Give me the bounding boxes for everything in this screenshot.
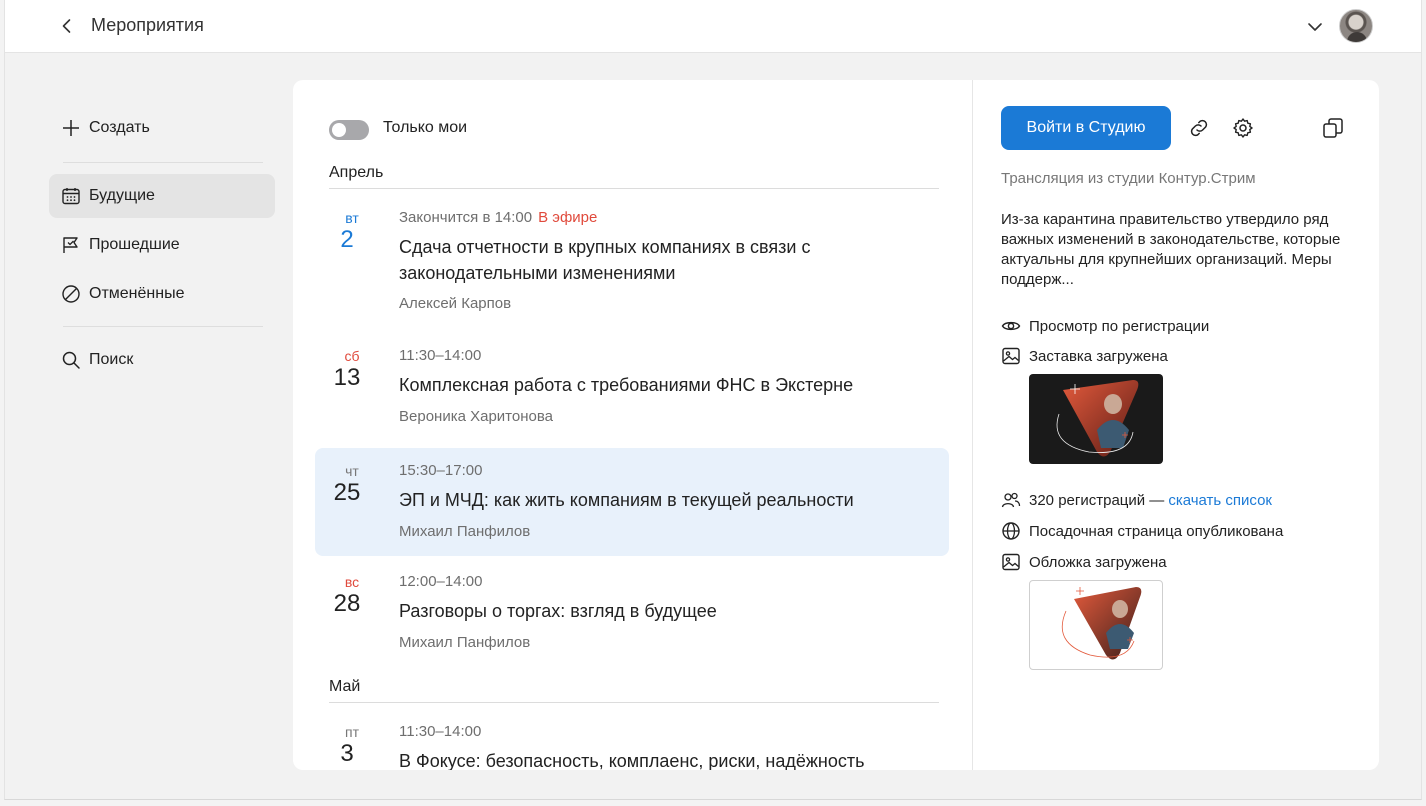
gear-icon[interactable] [1231,116,1255,140]
divider [63,326,263,327]
copy-icon[interactable] [1321,116,1345,140]
app-window: Мероприятия Создать Будущие Прошедшие От… [4,0,1422,800]
events-card: Только мои Апрель вт 2 Закончится в 14:0… [293,80,1379,770]
sidebar-item-label: Прошедшие [89,236,180,253]
view-mode-row: Просмотр по регистрации [1001,316,1209,336]
flag-icon [61,235,81,255]
eye-icon [1001,316,1021,336]
create-button[interactable]: Создать [49,106,275,150]
landing-status-text: Посадочная страница опубликована [1029,522,1284,540]
event-author: Вероника Харитонова [399,408,553,425]
cover-thumbnail[interactable] [1029,580,1163,670]
create-label: Создать [89,119,150,136]
chevron-down-icon[interactable] [1305,17,1325,37]
sidebar-item-upcoming[interactable]: Будущие [49,174,275,218]
events-list: Только мои Апрель вт 2 Закончится в 14:0… [293,80,973,770]
calendar-icon [61,186,81,206]
registrations-text: 320 регистраций — [1029,491,1165,509]
image-icon [1001,346,1021,366]
splash-status-text: Заставка загружена [1029,347,1168,365]
event-title: В Фокусе: безопасность, комплаенс, риски… [399,751,865,770]
event-description: Из-за карантина правительство утвердило … [1001,211,1341,288]
cover-row: Обложка загружена [1001,552,1167,572]
event-item[interactable]: вт 2 Закончится в 14:00 В эфире Сдача отч… [315,198,949,316]
event-time: 12:00–14:00 [399,573,483,590]
search-icon [61,350,81,370]
event-item[interactable]: сб 13 11:30–14:00 Комплексная работа с т… [315,336,949,436]
live-status: В эфире [538,209,598,226]
back-chevron-icon[interactable] [57,16,77,36]
event-weekday: сб [344,348,360,364]
image-icon [1001,552,1021,572]
enter-studio-button[interactable]: Войти в Студию [1001,106,1171,150]
only-mine-label: Только мои [383,119,468,136]
stream-subtitle: Трансляция из студии Контур.Стрим [1001,170,1256,187]
event-title: Сдача отчетности в крупных компаниях в с… [399,237,811,283]
event-weekday: пт [345,724,359,740]
sidebar-item-label: Будущие [89,187,155,204]
search-label: Поиск [89,351,134,368]
plus-icon [61,118,81,138]
event-time: 15:30–17:00 [399,462,483,479]
event-time: 11:30–14:00 [399,347,482,364]
event-title: Комплексная работа с требованиями ФНС в … [399,375,854,395]
splash-thumbnail[interactable] [1029,374,1163,464]
event-time: 11:30–14:00 [399,723,482,740]
event-day: 3 [340,740,354,767]
users-icon [1001,490,1021,510]
event-weekday: чт [345,463,359,479]
cover-preview-image [1061,587,1142,660]
month-header: Май [329,678,939,703]
globe-icon [1001,521,1021,541]
sidebar-item-cancelled[interactable]: Отменённые [49,272,275,316]
registrations-row: 320 регистраций — скачать список [1001,490,1272,510]
event-author: Михаил Панфилов [399,523,531,540]
only-mine-toggle[interactable] [329,120,369,140]
event-item-selected[interactable]: чт 25 15:30–17:00 ЭП и МЧД: как жить ком… [315,448,949,556]
splash-preview-image [1056,380,1139,457]
event-author: Алексей Карпов [399,295,512,312]
sidebar-item-label: Отменённые [89,285,185,302]
top-bar: Мероприятия [5,0,1421,53]
event-item[interactable]: вс 28 12:00–14:00 Разговоры о торгах: вз… [315,562,949,662]
event-time: Закончится в 14:00 В эфире [399,209,597,226]
sidebar-item-past[interactable]: Прошедшие [49,223,275,267]
event-item[interactable]: пт 3 11:30–14:00 В Фокусе: безопасность,… [315,712,949,770]
page-title: Мероприятия [91,15,204,35]
event-title: ЭП и МЧД: как жить компаниям в текущей р… [399,490,854,510]
link-icon[interactable] [1187,116,1211,140]
landing-row: Посадочная страница опубликована [1001,521,1283,541]
avatar[interactable] [1339,9,1373,43]
event-weekday: вт [345,210,359,226]
event-time-text: Закончится в 14:00 [399,209,533,226]
search-button[interactable]: Поиск [49,338,275,382]
event-weekday: вс [344,574,360,590]
event-detail-panel: Войти в Студию Трансляция из студии Конт… [973,80,1379,770]
event-title: Разговоры о торгах: взгляд в будущее [399,601,717,621]
view-mode-text: Просмотр по регистрации [1029,317,1210,335]
event-day: 2 [340,226,354,253]
download-list-link[interactable]: скачать список [1168,492,1272,509]
event-day: 28 [333,590,361,617]
month-header: Апрель [329,164,939,189]
cancel-circle-icon [61,284,81,304]
event-day: 25 [333,479,361,506]
cover-status-text: Обложка загружена [1029,553,1167,571]
event-author: Михаил Панфилов [399,634,531,651]
splash-row: Заставка загружена [1001,346,1168,366]
event-day: 13 [333,364,361,391]
divider [63,162,263,163]
